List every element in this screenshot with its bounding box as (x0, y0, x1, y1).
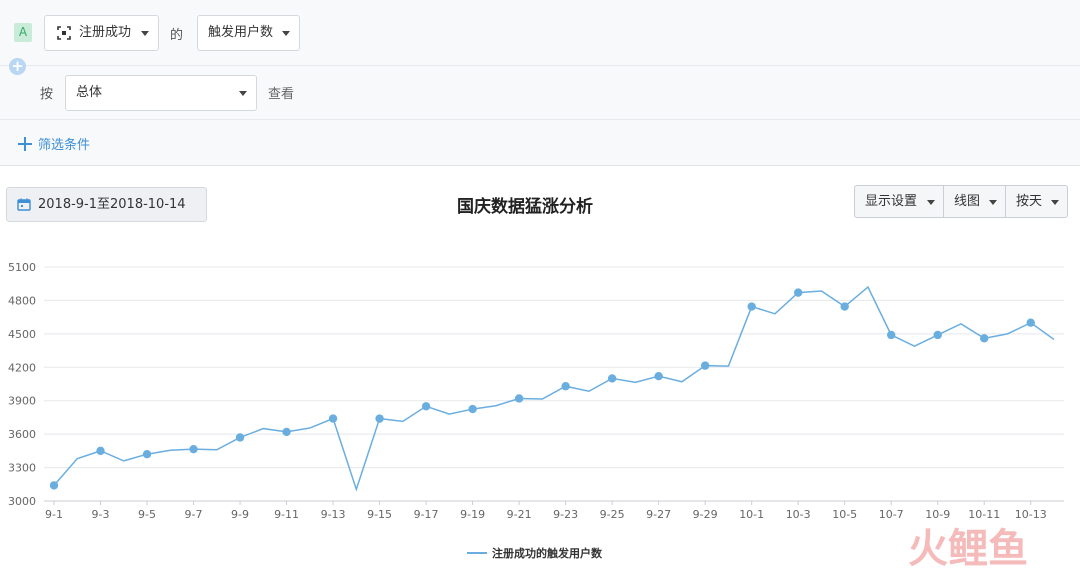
x-tick-label: 9-27 (646, 508, 671, 521)
chart-title: 国庆数据猛涨分析 (457, 197, 593, 217)
data-point (607, 374, 617, 383)
data-point (933, 330, 942, 340)
data-point (282, 427, 291, 437)
chevron-down-icon (239, 91, 247, 96)
query-panel: A 注册成功 的 触发用户数 + 按 总体 查看 筛选条件 (0, 0, 1080, 166)
group-select[interactable]: 总体 (65, 75, 257, 111)
add-filter-label: 筛选条件 (38, 138, 91, 153)
data-point (561, 382, 570, 391)
event-select-label: 注册成功 (79, 25, 132, 40)
x-tick-label: 9-11 (274, 508, 299, 521)
watermark-logo: 火鲤鱼 (908, 526, 1028, 570)
x-tick-label: 9-21 (507, 508, 532, 521)
chevron-down-icon (989, 200, 997, 205)
x-tick-label: 10-5 (832, 508, 857, 521)
date-range-text: 2018-9-1至2018-10-14 (38, 197, 186, 212)
date-range-picker[interactable]: 2018-9-1至2018-10-14 (6, 187, 207, 222)
x-tick-label: 9-3 (92, 508, 110, 521)
data-point (96, 446, 105, 456)
metric-select-label: 触发用户数 (208, 25, 274, 40)
chevron-down-icon (282, 31, 290, 36)
x-tick-label: 9-1 (45, 508, 63, 521)
x-tick-label: 9-15 (367, 508, 392, 521)
data-point (49, 481, 59, 490)
y-tick-label: 4800 (8, 294, 36, 307)
y-tick-label: 3000 (8, 495, 36, 508)
data-point (747, 302, 756, 311)
x-tick-label: 10-13 (1015, 508, 1047, 521)
granularity-button[interactable]: 按天 (1006, 186, 1067, 217)
chevron-down-icon (1051, 200, 1059, 205)
data-point (235, 433, 245, 442)
by-text: 按 (40, 87, 54, 102)
chevron-down-icon (927, 200, 935, 205)
chevron-down-icon (141, 31, 149, 36)
y-tick-label: 3900 (8, 395, 36, 408)
data-point (514, 394, 524, 403)
data-point (840, 302, 849, 311)
metric-select[interactable]: 触发用户数 (197, 15, 300, 51)
add-filter-button[interactable]: 筛选条件 (18, 134, 90, 153)
data-point (793, 288, 803, 297)
chart-type-label: 线图 (954, 194, 981, 209)
view-text: 查看 (268, 87, 295, 102)
data-point (468, 404, 477, 414)
plus-icon (18, 137, 32, 151)
x-tick-label: 9-29 (693, 508, 718, 521)
data-point (142, 450, 152, 459)
group-row: 按 总体 查看 (0, 66, 1080, 120)
event-select[interactable]: 注册成功 (44, 15, 159, 51)
x-tick-label: 10-7 (879, 508, 904, 521)
event-icon (57, 26, 71, 40)
x-tick-label: 9-7 (185, 508, 203, 521)
display-settings-label: 显示设置 (865, 194, 918, 209)
x-tick-label: 9-13 (321, 508, 346, 521)
x-tick-label: 9-17 (414, 508, 439, 521)
group-select-label: 总体 (76, 85, 103, 100)
chart-options: 显示设置 线图 按天 (854, 185, 1068, 218)
data-point (328, 414, 338, 423)
granularity-label: 按天 (1016, 194, 1043, 209)
y-tick-label: 4500 (8, 328, 36, 341)
y-tick-label: 3300 (8, 462, 36, 475)
connector-text: 的 (170, 28, 184, 43)
data-point (700, 361, 710, 370)
chart-type-button[interactable]: 线图 (944, 186, 1006, 217)
y-tick-label: 3600 (8, 428, 36, 441)
data-point (189, 444, 198, 454)
data-point (980, 334, 989, 343)
x-tick-label: 9-5 (138, 508, 156, 521)
data-point (887, 330, 896, 340)
x-tick-label: 10-3 (786, 508, 811, 521)
x-tick-label: 10-11 (968, 508, 1000, 521)
watermark-text: 火鲤鱼 (908, 526, 1028, 570)
x-tick-label: 9-25 (600, 508, 625, 521)
event-row: A 注册成功 的 触发用户数 (0, 0, 1080, 66)
y-tick-label: 4200 (8, 361, 36, 374)
filter-row: 筛选条件 (0, 120, 1080, 166)
x-tick-label: 9-9 (231, 508, 249, 521)
y-tick-label: 5100 (8, 261, 36, 274)
x-tick-label: 9-19 (460, 508, 485, 521)
event-tag-badge: A (14, 23, 32, 42)
x-tick-label: 10-1 (739, 508, 764, 521)
data-point (654, 372, 663, 381)
x-tick-label: 10-9 (925, 508, 950, 521)
display-settings-button[interactable]: 显示设置 (855, 186, 944, 217)
data-point (421, 402, 431, 411)
x-tick-label: 9-23 (553, 508, 578, 521)
series-line (53, 285, 1055, 492)
calendar-icon (17, 198, 31, 211)
data-point (375, 414, 384, 423)
data-point (1026, 318, 1035, 327)
legend-label: 注册成功的触发用户数 (492, 546, 603, 560)
